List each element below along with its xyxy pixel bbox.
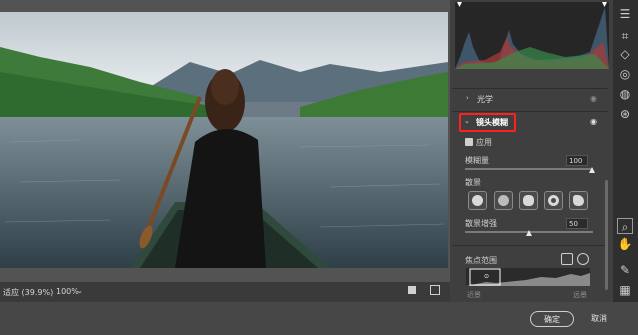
hand-icon[interactable]: ✋ — [617, 236, 633, 252]
depth-range-histogram[interactable]: ⊙ — [466, 268, 590, 286]
eraser-icon[interactable]: ◇ — [617, 46, 633, 62]
ok-button[interactable]: 确定 — [530, 311, 574, 327]
bokeh-boost-slider-thumb[interactable] — [526, 230, 532, 236]
near-label: 近景 — [467, 291, 481, 299]
bokeh-boost-label: 散景增强 — [465, 219, 497, 228]
apply-label: 应用 — [476, 138, 492, 147]
cancel-button[interactable]: 取消 — [584, 311, 614, 327]
photo-preview[interactable] — [0, 12, 448, 268]
bokeh-shape-cat-button[interactable] — [569, 191, 588, 210]
bokeh-shape-ring-button[interactable] — [544, 191, 563, 210]
zoom-level[interactable]: 100% — [56, 287, 79, 296]
focus-select-icon[interactable] — [561, 253, 573, 265]
eyedropper-icon[interactable]: ✎ — [617, 262, 633, 278]
visibility-eye-icon[interactable]: ◉ — [590, 94, 597, 103]
visibility-eye-icon[interactable]: ◉ — [590, 117, 597, 126]
blur-amount-label: 模糊量 — [465, 156, 489, 165]
blur-amount-field[interactable]: 100 — [566, 155, 588, 166]
blur-amount-slider-track[interactable] — [465, 168, 593, 170]
before-after-icon[interactable] — [430, 285, 440, 295]
bokeh-cat-icon — [573, 195, 584, 206]
section-lens-blur-title: 镜头模糊 — [476, 118, 508, 127]
mask-icon[interactable]: ◍ — [617, 86, 633, 102]
chevron-right-icon: › — [466, 94, 469, 102]
bokeh-label: 散景 — [465, 178, 481, 187]
section-light-title: 光学 — [477, 95, 493, 104]
preview-toggle-icon[interactable] — [408, 286, 416, 294]
section-light[interactable]: › 光学 ◉ — [452, 89, 610, 111]
grid-icon[interactable]: ▦ — [617, 282, 633, 298]
bokeh-circle-icon — [472, 195, 483, 206]
bokeh-ring-icon — [548, 195, 559, 206]
crop-icon[interactable]: ⌗ — [617, 28, 633, 44]
histogram — [455, 2, 609, 69]
bokeh-boost-field[interactable]: 50 — [566, 218, 588, 229]
section-lens-blur[interactable]: ⌄ 镜头模糊 ◉ — [452, 112, 610, 134]
focus-target-icon[interactable] — [577, 253, 589, 265]
bokeh-shape-circle-button[interactable] — [468, 191, 487, 210]
bokeh-shape-blade-button[interactable] — [519, 191, 538, 210]
presets-icon[interactable]: ⊛ — [617, 106, 633, 122]
zoom-chevron-down-icon[interactable]: ⌄ — [77, 287, 83, 295]
sliders-icon[interactable]: ☰ — [617, 6, 633, 22]
status-bar: 适应 (39.9%) 100% ⌄ — [0, 282, 450, 302]
fit-zoom-label[interactable]: 适应 (39.9%) — [3, 287, 53, 298]
focus-handle-icon: ⊙ — [484, 273, 489, 280]
zoom-icon[interactable]: ⌕ — [617, 218, 633, 234]
far-label: 远景 — [573, 291, 587, 299]
focus-range-label: 焦点范围 — [465, 256, 497, 265]
bokeh-bubble-icon — [498, 195, 509, 206]
panel-scrollbar[interactable] — [605, 180, 608, 290]
divider — [452, 245, 608, 246]
chevron-down-icon: ⌄ — [464, 117, 470, 125]
blur-amount-slider-thumb[interactable] — [589, 167, 595, 173]
bokeh-shape-bubble-button[interactable] — [494, 191, 513, 210]
bokeh-blade-icon — [523, 195, 534, 206]
apply-checkbox[interactable] — [465, 138, 473, 146]
redeye-icon[interactable]: ◎ — [617, 66, 633, 82]
